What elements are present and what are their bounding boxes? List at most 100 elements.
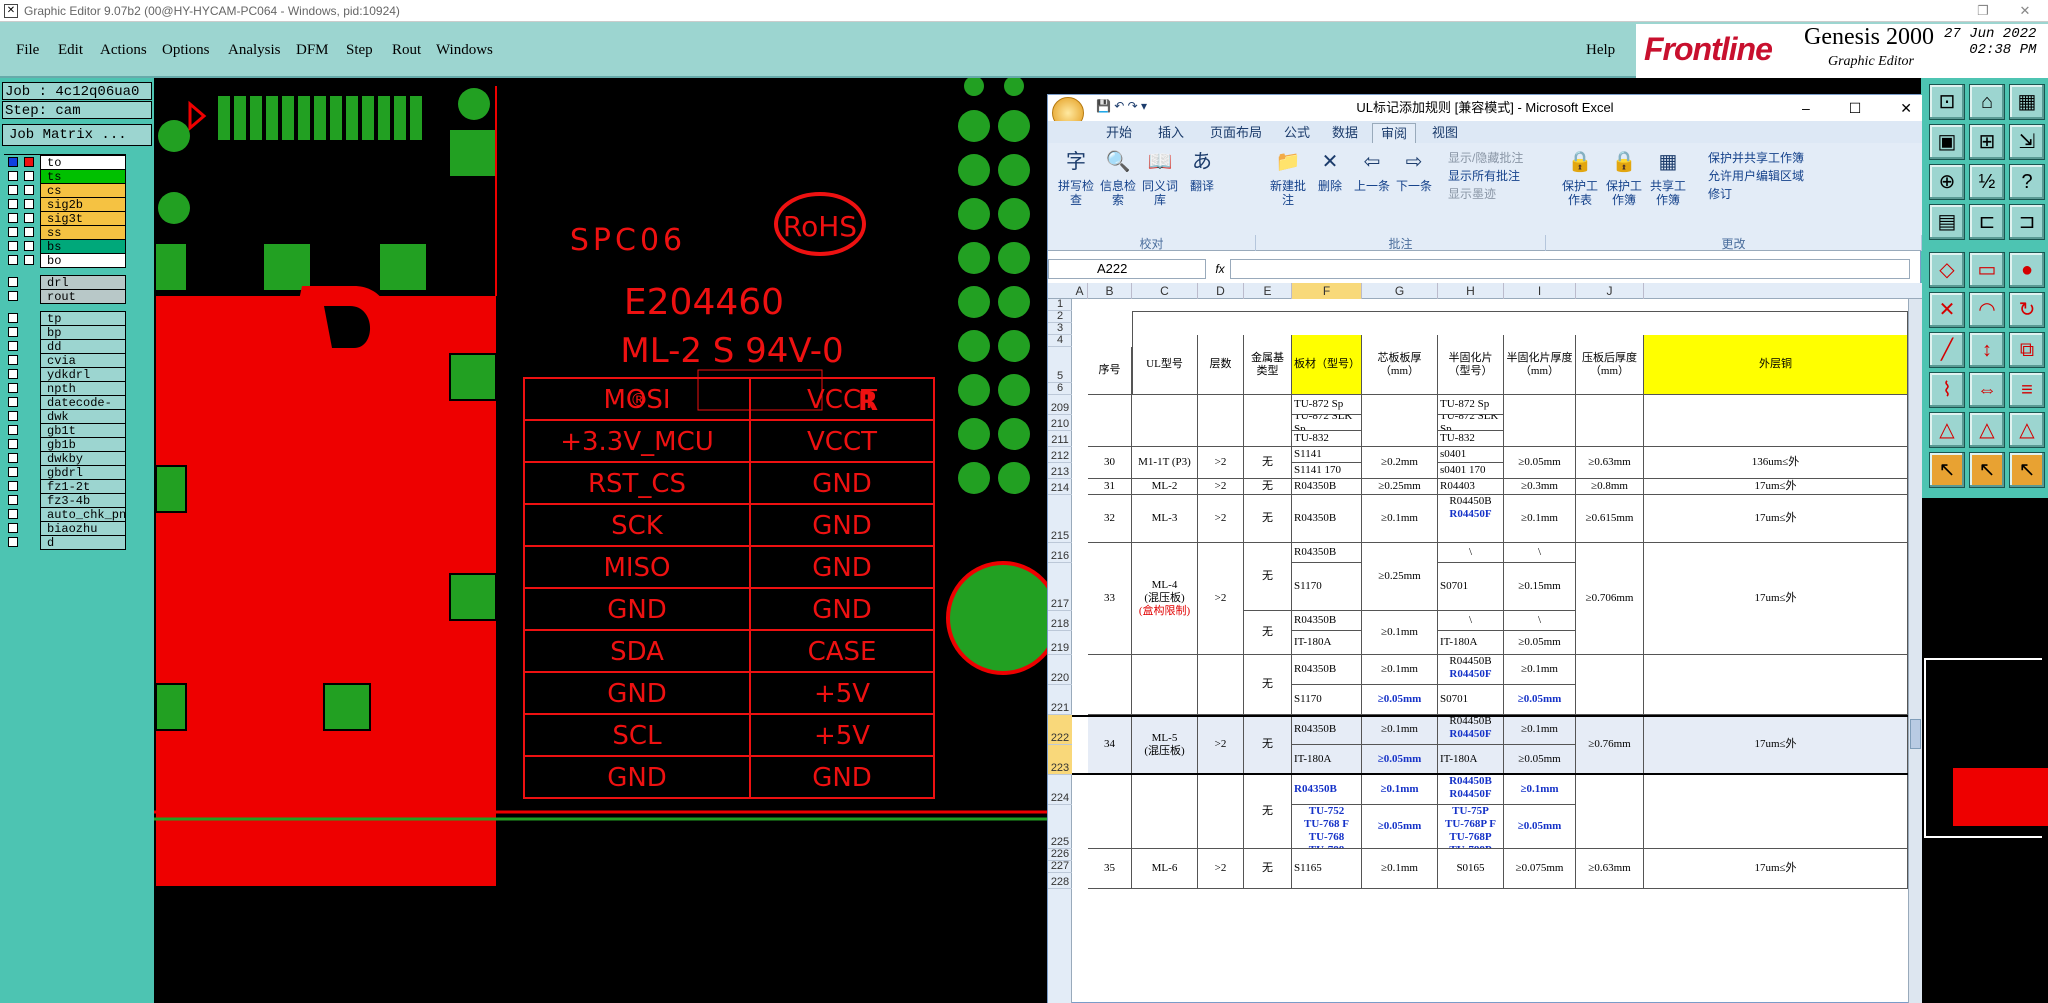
row-header-214[interactable]: 214 [1048, 479, 1072, 495]
layer-affected-box[interactable] [24, 199, 34, 209]
layer-checkbox[interactable] [8, 453, 18, 463]
layer-name[interactable]: cs [40, 183, 126, 198]
layer-row-npth[interactable]: npth [4, 381, 126, 396]
column-header-F[interactable]: F [1292, 283, 1362, 299]
layer-name[interactable]: drl [40, 275, 126, 290]
column-header-A[interactable]: A [1072, 283, 1088, 299]
table-cell[interactable]: TU-872 SLK Sp [1292, 415, 1362, 431]
quick-access-toolbar[interactable]: 💾 ↶ ↷ ▾ [1096, 99, 1147, 113]
table-cell[interactable]: ≥0.05mm [1362, 805, 1438, 849]
table-cell[interactable]: ≥0.05mm [1362, 745, 1438, 775]
row-header-212[interactable]: 212 [1048, 447, 1072, 463]
table-cell[interactable]: ≥0.1mm [1504, 715, 1576, 745]
layer-checkbox[interactable] [8, 467, 18, 477]
table-cell[interactable]: R04403 [1438, 479, 1504, 495]
ribbon-tab-2[interactable]: 页面布局 [1202, 123, 1270, 143]
table-cell[interactable] [1244, 395, 1292, 447]
fit-icon[interactable]: ⊕ [1929, 164, 1965, 200]
comment-opt-2[interactable]: 显示墨迹 [1448, 185, 1496, 202]
layer-checkbox[interactable] [8, 439, 18, 449]
row-header-210[interactable]: 210 [1048, 415, 1072, 431]
table-cell[interactable]: S1141 170 [1292, 463, 1362, 479]
layer-row-fz3-4b[interactable]: fz3-4b [4, 493, 126, 508]
table-cell[interactable]: \ [1438, 611, 1504, 631]
layer-row-ts[interactable]: ts [4, 169, 126, 184]
row-header-220[interactable]: 220 [1048, 655, 1072, 685]
table-cell[interactable]: ≥0.8mm [1576, 479, 1644, 495]
resize-icon[interactable]: ⊞ [1969, 124, 2005, 160]
header-board[interactable]: 板材（型号） [1292, 335, 1362, 395]
ribbon-btn-protect-2[interactable]: ▦ 共享工作簿 [1646, 147, 1690, 207]
row-header-224[interactable]: 224 [1048, 775, 1072, 805]
menu-analysis[interactable]: Analysis [224, 40, 285, 60]
ribbon-btn-proof-3[interactable]: あ翻译 [1180, 147, 1224, 193]
table-cell[interactable]: 17um≤外 [1644, 543, 1908, 655]
row-header-5[interactable]: 5 [1048, 347, 1072, 383]
layer-name[interactable]: dwkby [40, 451, 126, 466]
table-cell[interactable]: R04350B [1292, 543, 1362, 563]
layer-row-to[interactable]: to [4, 155, 126, 170]
column-header-I[interactable]: I [1504, 283, 1576, 299]
table-cell[interactable]: TU-75PTU-768P FTU-768PTU-788P [1438, 805, 1504, 849]
layer-name[interactable]: sig2b [40, 197, 126, 212]
ribbon-btn-protect-0[interactable]: 🔒 保护工作表 [1558, 147, 1602, 207]
table-cell[interactable] [1132, 775, 1198, 849]
layer-checkbox[interactable] [8, 291, 18, 301]
table-cell[interactable]: 17um≤外 [1644, 715, 1908, 775]
layer-row-dd[interactable]: dd [4, 339, 126, 354]
layer-checkbox[interactable] [8, 537, 18, 547]
triangle3-icon[interactable]: △ [2009, 412, 2045, 448]
share-opt-0[interactable]: 保护并共享工作簿 [1708, 149, 1804, 166]
layer-row-gb1b[interactable]: gb1b [4, 437, 126, 452]
layer-name[interactable]: datecode-to [40, 395, 126, 425]
ruler-icon[interactable]: ½ [1969, 164, 2005, 200]
table-cell[interactable]: IT-180A [1438, 745, 1504, 775]
table-cell[interactable]: 无 [1244, 775, 1292, 849]
table-cell[interactable]: IT-180A [1292, 631, 1362, 655]
table-cell[interactable]: ≥0.63mm [1576, 447, 1644, 479]
layer-row-bo[interactable]: bo [4, 253, 126, 268]
ribbon-btn-comments-0[interactable]: 📁 新建批注 [1266, 147, 1310, 207]
table-cell[interactable]: S1170 [1292, 685, 1362, 715]
table-cell[interactable]: M1-1T (P3) [1132, 447, 1198, 479]
table-cell[interactable]: ≥0.1mm [1362, 849, 1438, 889]
ribbon-tab-3[interactable]: 公式 [1276, 123, 1318, 143]
save-view-icon[interactable]: ⊡ [1929, 84, 1965, 120]
column-header-D[interactable]: D [1198, 283, 1244, 299]
table-cell[interactable]: ≥0.1mm [1504, 655, 1576, 685]
layer-checkbox[interactable] [8, 213, 18, 223]
zoom-icon[interactable]: ⇲ [2009, 124, 2045, 160]
layer-name[interactable]: gb1b [40, 437, 126, 452]
column-header-G[interactable]: G [1362, 283, 1438, 299]
table-cell[interactable]: 34 [1088, 715, 1132, 775]
table-cell[interactable]: >2 [1198, 849, 1244, 889]
ribbon-btn-proof-1[interactable]: 🔍 信息检索 [1096, 147, 1140, 207]
table-cell[interactable]: >2 [1198, 495, 1244, 543]
rotate-icon[interactable]: ↻ [2009, 292, 2045, 328]
table-cell[interactable] [1088, 655, 1132, 715]
table-cell[interactable]: 136um≤外 [1644, 447, 1908, 479]
header-press[interactable]: 压板后厚度（mm） [1576, 335, 1644, 395]
layer-checkbox[interactable] [8, 509, 18, 519]
table-cell[interactable]: 33 [1088, 543, 1132, 655]
header-core[interactable]: 芯板板厚（mm） [1362, 335, 1438, 395]
ribbon-tab-0[interactable]: 开始 [1098, 123, 1140, 143]
table-cell[interactable]: S0701 [1438, 563, 1504, 611]
pin-icon[interactable]: ⊏ [1969, 204, 2005, 240]
table-cell[interactable]: 无 [1244, 543, 1292, 611]
comment-opt-1[interactable]: 显示所有批注 [1448, 167, 1520, 184]
table-cell[interactable]: ML-2 [1132, 479, 1198, 495]
column-header-J[interactable]: J [1576, 283, 1644, 299]
layer-name[interactable]: bo [40, 253, 126, 268]
layer-checkbox[interactable] [8, 355, 18, 365]
table-cell[interactable]: ML-5 (混压板) [1132, 715, 1198, 775]
layer-name[interactable]: sig3t [40, 211, 126, 226]
table-cell[interactable]: ≥0.05mm [1504, 447, 1576, 479]
layer-affected-box[interactable] [24, 255, 34, 265]
pcb-canvas[interactable]: SPC06 RoHS E204460 ML-2 S 94V-0 R ® MOSI… [154, 76, 1060, 1003]
table-cell[interactable]: TU-872 Sp [1292, 395, 1362, 415]
layer-affected-box[interactable] [24, 171, 34, 181]
table-cell[interactable]: ≥0.63mm [1576, 849, 1644, 889]
table-cell[interactable]: R04450B R04450F [1438, 715, 1504, 745]
table-cell[interactable]: ≥0.1mm [1362, 715, 1438, 745]
